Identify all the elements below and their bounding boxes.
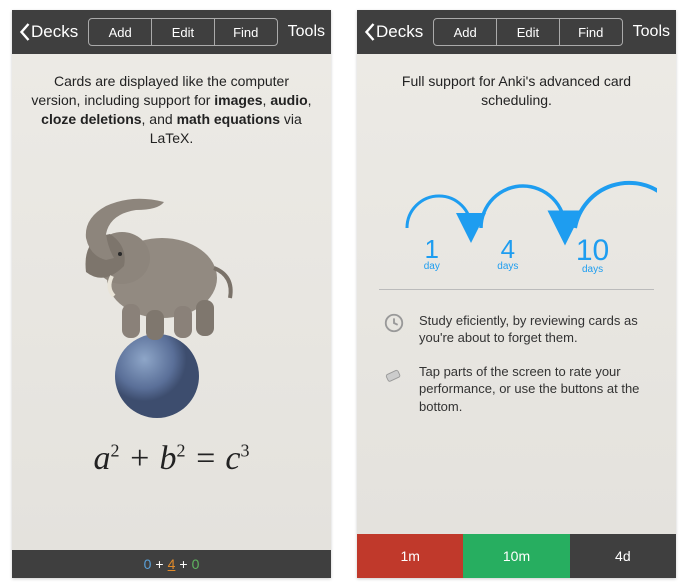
chevron-left-icon	[363, 22, 376, 42]
divider	[379, 289, 654, 290]
interval-1-unit: day	[424, 261, 440, 272]
topbar: Decks Add Edit Find Tools	[357, 10, 676, 54]
card-content: Full support for Anki's advanced card sc…	[357, 54, 676, 534]
review-count: 0	[192, 556, 200, 572]
card-content: Cards are displayed like the computer ve…	[12, 54, 331, 550]
back-label: Decks	[31, 22, 78, 42]
seg-edit[interactable]: Edit	[152, 19, 215, 45]
rate-bar: 1m 10m 4d	[357, 534, 676, 578]
tip-row: Study eficiently, by reviewing cards as …	[375, 304, 658, 355]
elephant-on-ball-icon	[62, 168, 282, 418]
segmented-control: Add Edit Find	[88, 18, 277, 46]
rate-again-button[interactable]: 1m	[357, 534, 463, 578]
tools-button[interactable]: Tools	[633, 23, 670, 41]
tip-row: Tap parts of the screen to rate your per…	[375, 355, 658, 424]
new-count: 0	[144, 556, 152, 572]
back-button[interactable]: Decks	[18, 22, 78, 42]
seg-find[interactable]: Find	[560, 19, 622, 45]
tools-button[interactable]: Tools	[288, 23, 325, 41]
interval-2-unit: days	[497, 261, 518, 272]
equation: a2 + b2 = c3	[30, 440, 313, 478]
seg-edit[interactable]: Edit	[497, 19, 560, 45]
eraser-icon	[383, 363, 405, 385]
chevron-left-icon	[18, 22, 31, 42]
rate-good-button[interactable]: 10m	[463, 534, 569, 578]
phone-left: Decks Add Edit Find Tools Cards are disp…	[12, 10, 331, 578]
tip-text: Study eficiently, by reviewing cards as …	[419, 312, 652, 347]
topbar: Decks Add Edit Find Tools	[12, 10, 331, 54]
seg-add[interactable]: Add	[434, 19, 497, 45]
card-image	[30, 168, 313, 418]
tip-text: Tap parts of the screen to rate your per…	[419, 363, 652, 416]
seg-add[interactable]: Add	[89, 19, 152, 45]
seg-find[interactable]: Find	[215, 19, 277, 45]
card-description: Full support for Anki's advanced card sc…	[375, 72, 658, 110]
segmented-control: Add Edit Find	[433, 18, 622, 46]
learning-count: 4	[168, 556, 176, 572]
rate-easy-button[interactable]: 4d	[570, 534, 676, 578]
interval-labels: 1 day 4 days 10 days	[395, 234, 638, 275]
interval-3-num: 10	[576, 234, 609, 268]
clock-icon	[383, 312, 405, 334]
counter-bar: 0 + 4 + 0	[12, 550, 331, 578]
back-button[interactable]: Decks	[363, 22, 423, 42]
phone-right: Decks Add Edit Find Tools Full support f…	[357, 10, 676, 578]
back-label: Decks	[376, 22, 423, 42]
card-description: Cards are displayed like the computer ve…	[30, 72, 313, 148]
